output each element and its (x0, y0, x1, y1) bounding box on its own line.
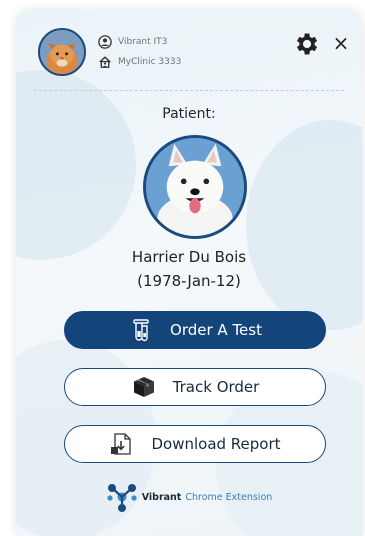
brand-name: Vibrant (141, 491, 182, 503)
download-document-icon (111, 433, 132, 455)
extension-panel: Vibrant IT3 MyClinic 3333 × Patient: Har… (16, 10, 362, 536)
cat-photo (40, 30, 84, 74)
patient-avatar (143, 135, 247, 239)
home-icon (99, 56, 111, 68)
order-test-button[interactable]: Order A Test (64, 311, 326, 349)
user-avatar[interactable] (38, 28, 86, 76)
product-name: Chrome Extension (185, 491, 273, 503)
patient-label: Patient: (162, 106, 216, 122)
background-blob (16, 70, 136, 260)
track-order-button[interactable]: Track Order (64, 368, 326, 406)
dog-photo (146, 138, 244, 236)
footer-brand: Vibrant Chrome Extension (16, 482, 362, 512)
user-circle-icon (98, 35, 112, 49)
account-clinic: MyClinic 3333 (98, 55, 181, 69)
account-user: Vibrant IT3 (98, 35, 167, 49)
package-icon (133, 377, 154, 397)
user-name: Vibrant IT3 (118, 37, 168, 47)
background-blob (246, 120, 362, 330)
download-report-button[interactable]: Download Report (64, 425, 326, 463)
header-divider (34, 90, 344, 91)
clinic-name: MyClinic 3333 (118, 57, 182, 67)
vibrant-logo-icon (107, 484, 137, 512)
patient-name: Harrier Du Bois (131, 248, 247, 266)
track-order-label: Track Order (172, 378, 260, 396)
close-icon[interactable]: × (332, 32, 350, 54)
gear-icon[interactable] (292, 30, 320, 58)
test-tube-icon (133, 319, 149, 342)
patient-dob: (1978-Jan-12) (137, 272, 241, 290)
order-test-label: Order A Test (170, 321, 262, 339)
download-report-label: Download Report (151, 435, 281, 453)
